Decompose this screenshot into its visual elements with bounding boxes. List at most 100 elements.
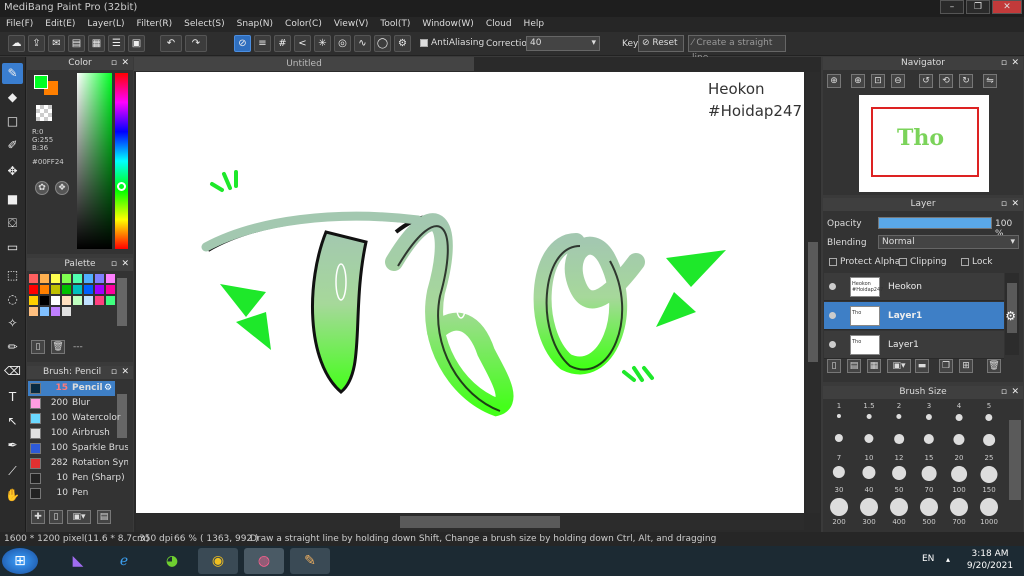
document-tab[interactable]: Untitled bbox=[134, 57, 474, 71]
brush-size-scrollbar[interactable] bbox=[1009, 420, 1021, 500]
palette-swatch[interactable] bbox=[29, 274, 38, 283]
brush-size-cell[interactable]: 500 bbox=[915, 496, 943, 526]
palette-swatch[interactable] bbox=[29, 296, 38, 305]
brush-item[interactable]: 10 Pen (Sharp) bbox=[28, 471, 128, 486]
color-wheel-icon[interactable]: ✿ bbox=[35, 181, 49, 195]
brush-size-cell[interactable]: 150 bbox=[975, 464, 1003, 494]
brush-item[interactable]: 10 Pen bbox=[28, 486, 128, 501]
rotate-reset-icon[interactable]: ⟲ bbox=[939, 74, 953, 88]
rotate-right-icon[interactable]: ↻ bbox=[959, 74, 973, 88]
vertical-scrollbar[interactable] bbox=[806, 72, 820, 513]
palette-swatch[interactable] bbox=[51, 274, 60, 283]
brush-size-cell[interactable]: 5 bbox=[975, 400, 1003, 430]
transparent-color-swatch[interactable] bbox=[36, 105, 52, 121]
brush-size-cell[interactable]: 12 bbox=[885, 432, 913, 462]
palette-swatch[interactable] bbox=[62, 285, 71, 294]
menu-item-4[interactable]: Select(S) bbox=[178, 17, 231, 32]
close-icon[interactable]: ✕ bbox=[121, 258, 129, 271]
reset-button[interactable]: ⊘ Reset bbox=[638, 35, 684, 52]
palette-swatch[interactable] bbox=[29, 307, 38, 316]
maximize-button[interactable]: ❐ bbox=[966, 0, 990, 14]
brush-size-cell[interactable]: 2 bbox=[885, 400, 913, 430]
palette-swatch[interactable] bbox=[95, 296, 104, 305]
pin-icon[interactable]: ▫ bbox=[111, 57, 117, 70]
save-icon[interactable]: ▣ bbox=[128, 35, 145, 52]
protect-alpha-checkbox[interactable]: Protect Alpha bbox=[829, 257, 900, 267]
snap-grid-icon[interactable]: # bbox=[274, 35, 291, 52]
palette-swatch[interactable] bbox=[40, 296, 49, 305]
straight-line-button[interactable]: ⁄ Create a straight line bbox=[688, 35, 786, 63]
snap-curve-icon[interactable]: ∿ bbox=[354, 35, 371, 52]
color-set-icon[interactable]: ❖ bbox=[55, 181, 69, 195]
comment-icon[interactable]: ✉ bbox=[48, 35, 65, 52]
close-icon[interactable]: ✕ bbox=[121, 366, 129, 379]
brush-size-cell[interactable]: 70 bbox=[915, 464, 943, 494]
redo-icon[interactable]: ↷ bbox=[185, 35, 207, 52]
chrome-icon[interactable]: ◉ bbox=[198, 548, 238, 574]
language-indicator[interactable]: EN bbox=[922, 554, 934, 564]
eyedropper-tool-icon[interactable]: ✒ bbox=[2, 435, 23, 456]
snap-perspective-icon[interactable]: < bbox=[294, 35, 311, 52]
brush-size-cell[interactable]: 1000 bbox=[975, 496, 1003, 526]
new-brush-icon[interactable]: ▯ bbox=[49, 510, 63, 524]
navigator-preview[interactable]: Tho bbox=[859, 95, 989, 192]
brush-size-cell[interactable]: 400 bbox=[885, 496, 913, 526]
menu-item-0[interactable]: File(F) bbox=[0, 17, 39, 32]
delete-palette-icon[interactable]: 🗑 bbox=[51, 340, 65, 354]
brush-size-cell[interactable]: 30 bbox=[825, 464, 853, 494]
lock-checkbox[interactable]: Lock bbox=[961, 257, 993, 267]
share-icon[interactable]: ⇪ bbox=[28, 35, 45, 52]
close-button[interactable]: ✕ bbox=[992, 0, 1022, 14]
palette-swatch[interactable] bbox=[40, 307, 49, 316]
brush-size-cell[interactable]: 200 bbox=[825, 496, 853, 526]
rectangle-tool-icon[interactable]: □ bbox=[2, 111, 23, 132]
move-tool-icon[interactable]: ✥ bbox=[2, 161, 23, 182]
layer-scroll-thumb[interactable] bbox=[1007, 283, 1017, 333]
page-icon[interactable]: ▦ bbox=[88, 35, 105, 52]
undo-icon[interactable]: ↶ bbox=[160, 35, 182, 52]
pin-icon[interactable]: ▫ bbox=[111, 258, 117, 271]
divide-tool-icon[interactable]: ⟋ bbox=[2, 461, 23, 482]
palette-swatch[interactable] bbox=[73, 274, 82, 283]
palette-swatch[interactable] bbox=[62, 307, 71, 316]
menu-item-2[interactable]: Layer(L) bbox=[81, 17, 130, 32]
eraser-tool-icon[interactable]: ◆ bbox=[2, 87, 23, 108]
palette-swatch[interactable] bbox=[95, 285, 104, 294]
brush-item[interactable]: 200 Blur bbox=[28, 396, 128, 411]
brush-size-cell[interactable]: 10 bbox=[855, 432, 883, 462]
hand-tool-icon[interactable]: ✋ bbox=[2, 485, 23, 506]
operation-tool-icon[interactable]: ↖ bbox=[2, 411, 23, 432]
canvas-paper[interactable]: Heokon #Hoidap247 bbox=[136, 72, 804, 513]
zoom-in-icon-2[interactable]: ⊕ bbox=[851, 74, 865, 88]
pin-icon[interactable]: ▫ bbox=[111, 366, 117, 379]
layer-row[interactable]: Tho Layer1 bbox=[824, 331, 1004, 359]
palette-swatch[interactable] bbox=[84, 274, 93, 283]
zoom-out-icon[interactable]: ⊖ bbox=[891, 74, 905, 88]
new-8bit-layer-icon[interactable]: ▦ bbox=[867, 359, 881, 373]
close-icon[interactable]: ✕ bbox=[1011, 198, 1019, 211]
menu-item-3[interactable]: Filter(R) bbox=[131, 17, 179, 32]
palette-swatch[interactable] bbox=[106, 274, 115, 283]
primary-color-swatch[interactable] bbox=[34, 75, 48, 89]
folder-icon[interactable]: ▬ bbox=[915, 359, 929, 373]
select-eraser-tool-icon[interactable]: ⌫ bbox=[2, 361, 23, 382]
lasso-tool-icon[interactable]: ◌ bbox=[2, 289, 23, 310]
paint-icon[interactable]: ✎ bbox=[290, 548, 330, 574]
brush-size-cell[interactable]: 40 bbox=[855, 464, 883, 494]
opacity-slider[interactable] bbox=[878, 217, 992, 229]
palette-swatch[interactable] bbox=[51, 285, 60, 294]
palette-swatch[interactable] bbox=[51, 307, 60, 316]
select-pen-tool-icon[interactable]: ✏ bbox=[2, 337, 23, 358]
tray-chevron-icon[interactable]: ▴ bbox=[946, 555, 950, 564]
brush-item[interactable]: 100 Watercolor bbox=[28, 411, 128, 426]
visual-studio-icon[interactable]: ◣ bbox=[58, 548, 98, 574]
flip-icon[interactable]: ⇋ bbox=[983, 74, 997, 88]
menu-item-1[interactable]: Edit(E) bbox=[39, 17, 81, 32]
menu-item-11[interactable]: Help bbox=[518, 17, 551, 32]
document-icon[interactable]: ▤ bbox=[68, 35, 85, 52]
snap-ellipse-icon[interactable]: ◯ bbox=[374, 35, 391, 52]
text-tool-icon[interactable]: T bbox=[2, 387, 23, 408]
correction-select[interactable]: 40 ▾ bbox=[526, 36, 600, 51]
brush-size-cell[interactable]: 25 bbox=[975, 432, 1003, 462]
brush-size-cell[interactable]: 3 bbox=[915, 400, 943, 430]
